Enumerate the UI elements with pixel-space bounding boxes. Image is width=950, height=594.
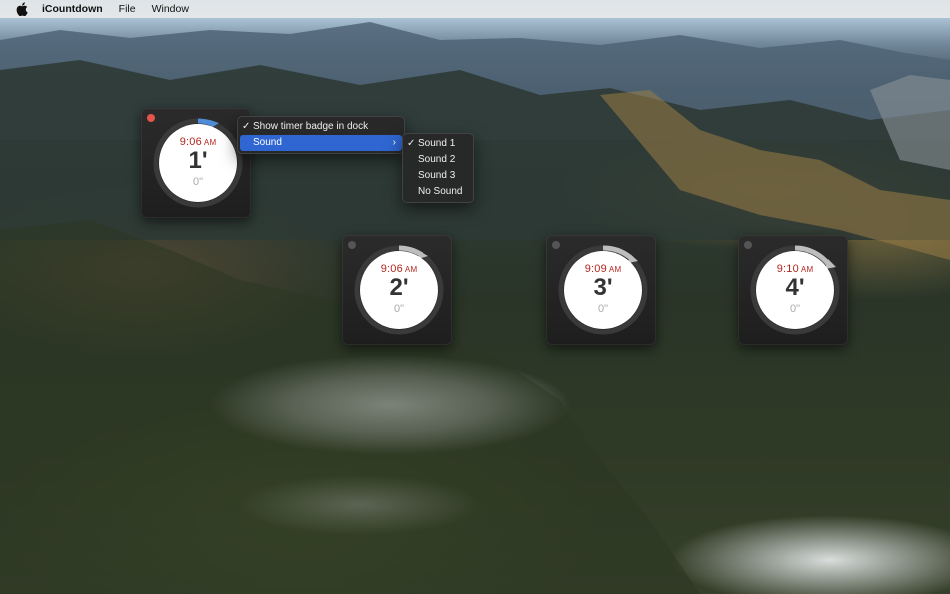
apple-icon[interactable] (14, 1, 30, 17)
menu-bar: iCountdown File Window (0, 0, 950, 18)
chevron-right-icon: › (392, 137, 396, 148)
minutes-value: 2' (389, 274, 409, 301)
menu-item-show-timer-badge[interactable]: ✓ Show timer badge in dock (237, 119, 405, 135)
menu-window[interactable]: Window (152, 3, 189, 15)
seconds-value: 0" (789, 303, 801, 315)
timer-face: 9:10 AM 4' 0" (756, 251, 834, 329)
timer-widget-2[interactable]: 9:06 AM 2' 0" (342, 235, 452, 345)
menu-item-label: No Sound (418, 186, 463, 197)
timer-widget-4[interactable]: 9:10 AM 4' 0" (738, 235, 848, 345)
menu-item-label: Sound 2 (418, 154, 456, 165)
seconds-value: 0" (393, 303, 405, 315)
context-menu: ✓ Show timer badge in dock Sound › (237, 116, 405, 154)
timer-face: 9:06 AM 2' 0" (360, 251, 438, 329)
checkmark-icon: ✓ (407, 138, 416, 149)
menu-item-label: Sound (253, 137, 282, 148)
menu-item-sound-3[interactable]: Sound 3 (402, 168, 474, 184)
menu-item-no-sound[interactable]: No Sound (402, 184, 474, 200)
menu-file[interactable]: File (119, 3, 136, 15)
timer-widget-3[interactable]: 9:09 AM 3' 0" (546, 235, 656, 345)
timer-face: 9:09 AM 3' 0" (564, 251, 642, 329)
menu-item-sound-2[interactable]: Sound 2 (402, 152, 474, 168)
menu-item-label: Show timer badge in dock (253, 121, 369, 132)
seconds-value: 0" (192, 176, 204, 188)
seconds-value: 0" (597, 303, 609, 315)
menu-item-label: Sound 3 (418, 170, 456, 181)
minutes-value: 1' (188, 147, 208, 174)
menu-item-label: Sound 1 (418, 138, 456, 149)
minutes-value: 3' (593, 274, 613, 301)
minutes-value: 4' (785, 274, 805, 301)
menu-app-name[interactable]: iCountdown (42, 3, 103, 15)
checkmark-icon: ✓ (242, 121, 251, 132)
sound-submenu: ✓ Sound 1 Sound 2 Sound 3 No Sound (402, 133, 474, 203)
timer-widget-1[interactable]: 9:06 AM 1' 0" (141, 108, 251, 218)
menu-item-sound-1[interactable]: ✓ Sound 1 (402, 136, 474, 152)
timer-face: 9:06 AM 1' 0" (159, 124, 237, 202)
menu-item-sound[interactable]: Sound › (240, 135, 402, 151)
